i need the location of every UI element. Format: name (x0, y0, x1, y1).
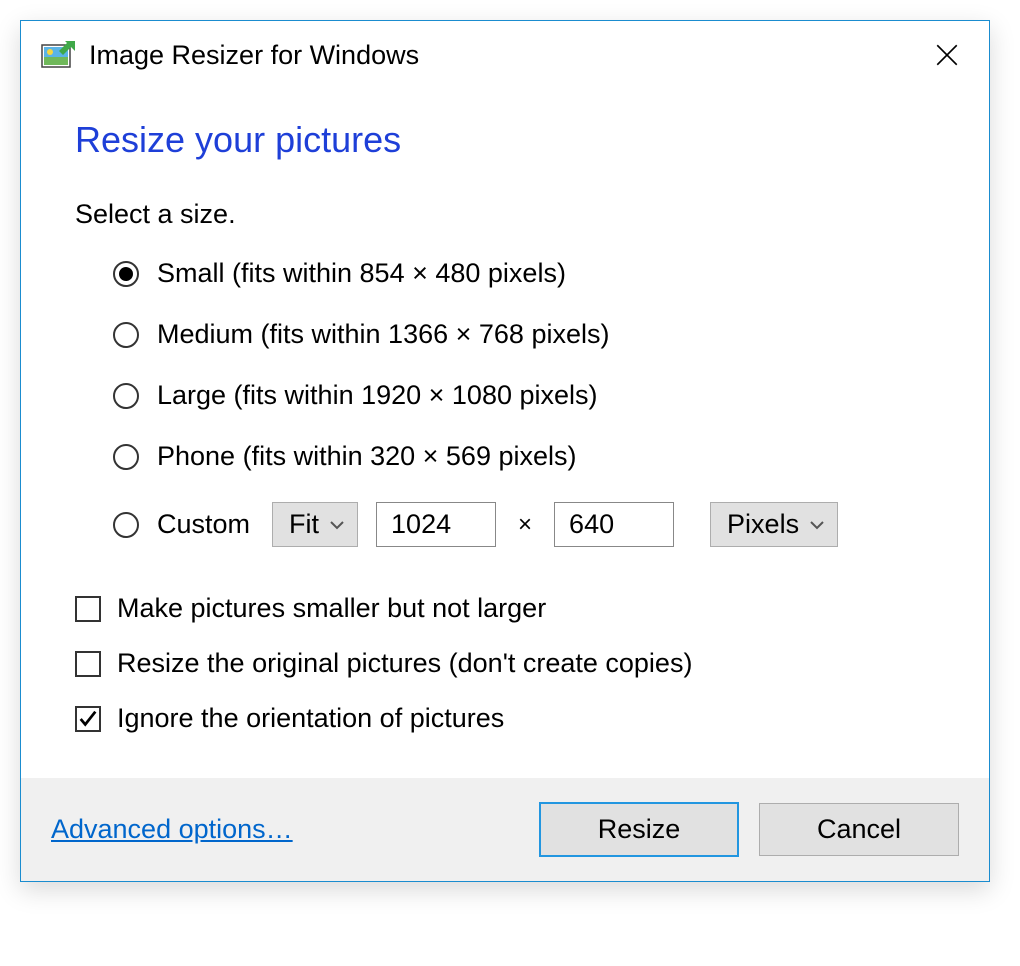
content-area: Resize your pictures Select a size. Smal… (21, 89, 989, 778)
radio-custom[interactable] (113, 512, 139, 538)
advanced-options-link[interactable]: Advanced options… (51, 814, 519, 845)
checkbox-label: Resize the original pictures (don't crea… (117, 648, 692, 679)
footer-bar: Advanced options… Resize Cancel (21, 778, 989, 881)
size-option-custom: Custom Fit × Pixels (113, 502, 935, 547)
size-option-large[interactable]: Large (fits within 1920 × 1080 pixels) (113, 380, 935, 411)
radio-medium[interactable] (113, 322, 139, 348)
times-symbol: × (514, 511, 536, 539)
dialog-window: Image Resizer for Windows Resize your pi… (20, 20, 990, 882)
size-option-phone[interactable]: Phone (fits within 320 × 569 pixels) (113, 441, 935, 472)
instruction-text: Select a size. (75, 199, 935, 230)
checkbox-label: Make pictures smaller but not larger (117, 593, 546, 624)
checkbox-ignore-orientation[interactable] (75, 706, 101, 732)
cancel-button[interactable]: Cancel (759, 803, 959, 856)
check-icon (77, 708, 99, 730)
checkbox-overwrite[interactable] (75, 651, 101, 677)
close-button[interactable] (925, 33, 969, 77)
option-overwrite[interactable]: Resize the original pictures (don't crea… (75, 648, 935, 679)
option-shrink-only[interactable]: Make pictures smaller but not larger (75, 593, 935, 624)
radio-phone[interactable] (113, 444, 139, 470)
size-radio-group: Small (fits within 854 × 480 pixels) Med… (75, 258, 935, 547)
unit-value: Pixels (727, 509, 799, 540)
page-heading: Resize your pictures (75, 119, 935, 161)
width-input[interactable] (376, 502, 496, 547)
close-icon (934, 42, 960, 68)
size-label: Medium (fits within 1366 × 768 pixels) (157, 319, 609, 350)
size-label: Phone (fits within 320 × 569 pixels) (157, 441, 577, 472)
size-label: Large (fits within 1920 × 1080 pixels) (157, 380, 598, 411)
checkbox-label: Ignore the orientation of pictures (117, 703, 504, 734)
size-label: Small (fits within 854 × 480 pixels) (157, 258, 566, 289)
radio-small[interactable] (113, 261, 139, 287)
chevron-down-icon (329, 520, 345, 530)
window-title: Image Resizer for Windows (89, 40, 913, 71)
option-ignore-orientation[interactable]: Ignore the orientation of pictures (75, 703, 935, 734)
size-option-medium[interactable]: Medium (fits within 1366 × 768 pixels) (113, 319, 935, 350)
chevron-down-icon (809, 520, 825, 530)
unit-dropdown[interactable]: Pixels (710, 502, 838, 547)
checkbox-shrink-only[interactable] (75, 596, 101, 622)
app-icon (41, 39, 77, 71)
titlebar: Image Resizer for Windows (21, 21, 989, 89)
size-option-small[interactable]: Small (fits within 854 × 480 pixels) (113, 258, 935, 289)
height-input[interactable] (554, 502, 674, 547)
fit-mode-dropdown[interactable]: Fit (272, 502, 358, 547)
resize-button[interactable]: Resize (539, 802, 739, 857)
options-group: Make pictures smaller but not larger Res… (75, 593, 935, 734)
custom-label: Custom (157, 509, 250, 540)
radio-large[interactable] (113, 383, 139, 409)
fit-mode-value: Fit (289, 509, 319, 540)
